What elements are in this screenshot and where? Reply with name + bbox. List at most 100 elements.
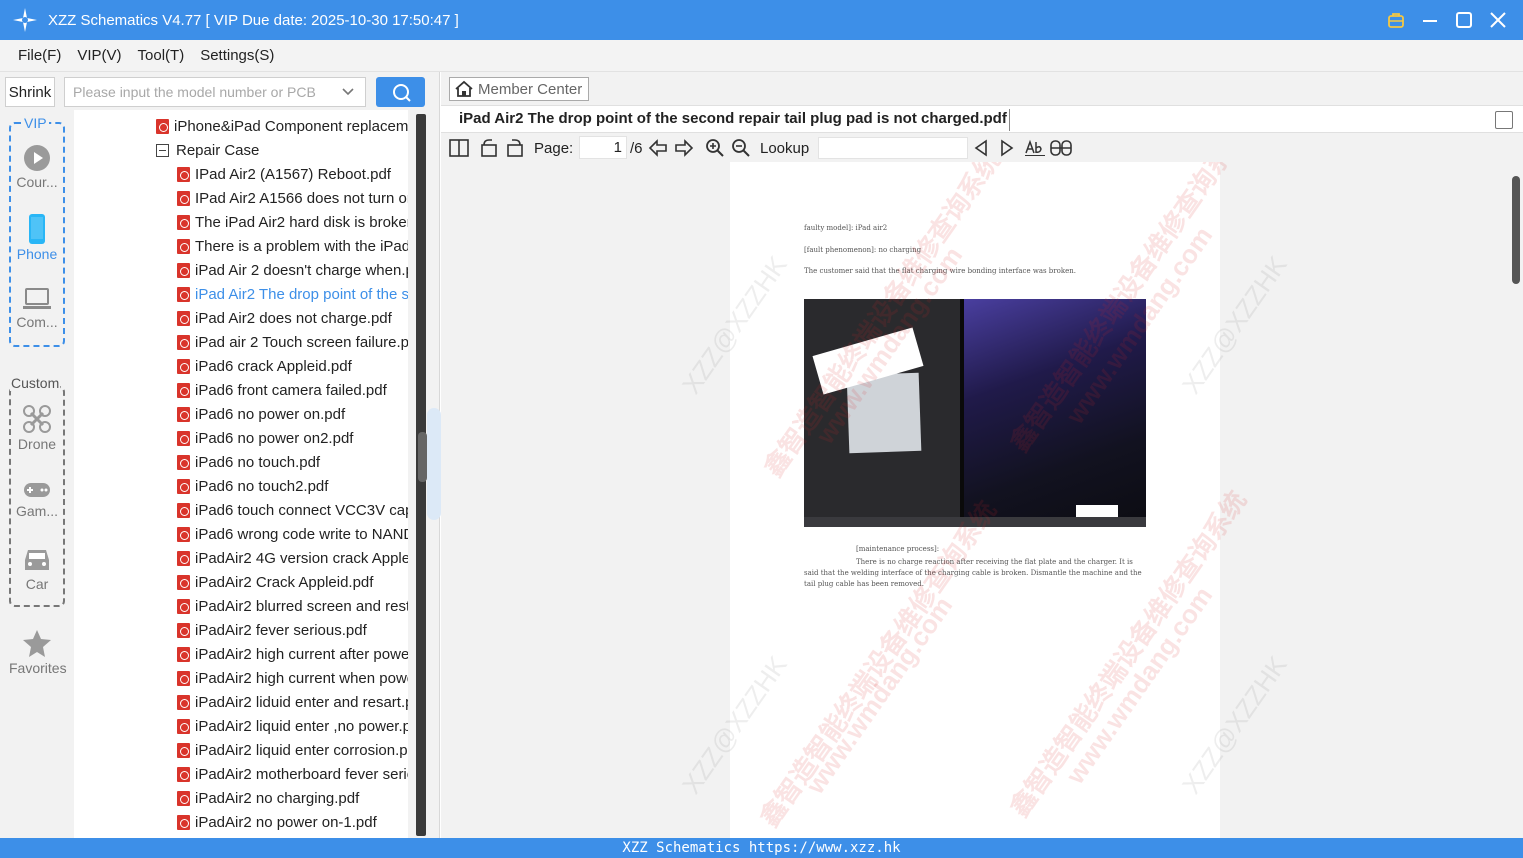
tree-item-pdf[interactable]: iPadAir2 liquid enter corrosion.pdf bbox=[177, 738, 408, 762]
tree-item-pdf[interactable]: iPad6 crack Appleid.pdf bbox=[177, 354, 352, 378]
tree-item-pdf[interactable]: iPadAir2 fever serious.pdf bbox=[177, 618, 367, 642]
menu-file[interactable]: File(F) bbox=[18, 47, 61, 64]
pdf-icon bbox=[177, 790, 190, 806]
scrollbar-thumb[interactable] bbox=[1512, 176, 1520, 284]
chevron-down-icon[interactable] bbox=[341, 85, 355, 99]
tree-item-pdf[interactable]: iPad Air 2 doesn't charge when.pdf bbox=[177, 258, 408, 282]
shrink-button[interactable]: Shrink bbox=[5, 77, 55, 107]
pdf-icon bbox=[156, 118, 169, 134]
pdf-icon bbox=[177, 382, 190, 398]
tree-item-pdf[interactable]: iPadAir2 liduid enter and resart.pdf bbox=[177, 690, 408, 714]
tree-item-pdf[interactable]: iPadAir2 4G version crack Appleid.pdf bbox=[177, 546, 408, 570]
tree-item-pdf[interactable]: iPadAir2 high current after power on.pdf bbox=[177, 642, 408, 666]
tree-item-label: iPad6 no power on.pdf bbox=[195, 405, 346, 423]
tree-item-pdf[interactable]: iPad6 no power on2.pdf bbox=[177, 426, 353, 450]
sidebar-toggle-icon[interactable] bbox=[449, 137, 469, 159]
menu-settings[interactable]: Settings(S) bbox=[200, 47, 274, 64]
minimize-icon[interactable] bbox=[1419, 9, 1441, 31]
category-label: Car bbox=[25, 576, 49, 592]
pdf-icon bbox=[177, 454, 190, 470]
panel-splitter[interactable] bbox=[427, 408, 441, 520]
tree-item-label: iPad6 front camera failed.pdf bbox=[195, 381, 387, 399]
category-course[interactable]: Cour... bbox=[9, 144, 65, 190]
menu-vip[interactable]: VIP(V) bbox=[77, 47, 121, 64]
document-tab[interactable]: iPad Air2 The drop point of the second r… bbox=[459, 110, 1007, 127]
pdf-icon bbox=[177, 814, 190, 830]
member-center-button[interactable]: Member Center bbox=[449, 77, 589, 101]
search-input[interactable]: Please input the model number or PCB bbox=[64, 77, 366, 107]
next-page-icon[interactable] bbox=[674, 137, 694, 159]
tree-item-pdf[interactable]: There is a problem with the iPad.pdf bbox=[177, 234, 408, 258]
lookup-label: Lookup bbox=[760, 139, 810, 157]
tree-item-pdf[interactable]: iPadAir2 blurred screen and restart.pdf bbox=[177, 594, 408, 618]
category-game[interactable]: Gam... bbox=[9, 479, 65, 519]
category-favorites[interactable]: Favorites bbox=[9, 628, 67, 676]
viewer-scrollbar[interactable] bbox=[1509, 162, 1523, 838]
category-computer[interactable]: Com... bbox=[9, 286, 65, 330]
find-previous-icon[interactable] bbox=[973, 137, 989, 159]
pdf-viewer[interactable]: faulty model]: iPad air2 [fault phenomen… bbox=[441, 162, 1523, 838]
prev-page-icon[interactable] bbox=[648, 137, 668, 159]
close-icon[interactable] bbox=[1487, 9, 1509, 31]
zoom-in-icon[interactable] bbox=[705, 137, 725, 159]
whole-word-icon[interactable] bbox=[1050, 137, 1072, 159]
collapse-icon[interactable] bbox=[156, 143, 169, 157]
tree-item-pdf[interactable]: iPadAir2 no charging.pdf bbox=[177, 786, 359, 810]
tree-item-pdf[interactable]: iPad6 front camera failed.pdf bbox=[177, 378, 387, 402]
maximize-icon[interactable] bbox=[1453, 9, 1475, 31]
laptop-icon bbox=[23, 288, 51, 309]
tree-item-label: iPad air 2 Touch screen failure.pdf bbox=[195, 333, 408, 351]
tree-item-pdf[interactable]: iPad Air2 does not charge.pdf bbox=[177, 306, 392, 330]
tree-item-label: IPad Air2 A1566 does not turn on.pdf bbox=[195, 189, 408, 207]
find-next-icon[interactable] bbox=[999, 137, 1015, 159]
tree-item-pdf[interactable]: iPhone&iPad Component replacement bbox=[156, 114, 408, 138]
tree-item-pdf[interactable]: iPadAir2 motherboard fever serious.pdf bbox=[177, 762, 408, 786]
lookup-input[interactable] bbox=[818, 137, 968, 159]
tree-item-label: iPadAir2 blurred screen and restart.pdf bbox=[195, 597, 408, 615]
page-number-input[interactable]: 1 bbox=[579, 136, 627, 159]
tree-item-label: iPadAir2 no power on-1.pdf bbox=[195, 813, 377, 831]
category-car[interactable]: Car bbox=[9, 546, 65, 592]
pdf-icon bbox=[177, 670, 190, 686]
tree-folder-repair-case[interactable]: Repair Case bbox=[156, 138, 259, 162]
category-drone[interactable]: Drone bbox=[9, 404, 65, 452]
watermark-url: www.wmdang.com bbox=[800, 591, 959, 800]
category-phone[interactable]: Phone bbox=[9, 214, 65, 262]
doc-line: The customer said that the flat charging… bbox=[804, 267, 1076, 275]
tree-item-pdf[interactable]: iPad6 no power on.pdf bbox=[177, 402, 345, 426]
scrollbar-thumb[interactable] bbox=[418, 432, 427, 482]
tree-item-pdf[interactable]: iPad6 touch connect VCC3V capacitor.pdf bbox=[177, 498, 408, 522]
tree-item-label: iPadAir2 motherboard fever serious.pdf bbox=[195, 765, 408, 783]
tree-item-label: iPadAir2 liquid enter ,no power.pdf bbox=[195, 717, 408, 735]
rotate-right-icon[interactable] bbox=[505, 137, 525, 159]
vip-bag-icon[interactable] bbox=[1385, 9, 1407, 31]
tree-item-pdf[interactable]: The iPad Air2 hard disk is broken.pdf bbox=[177, 210, 408, 234]
tree-item-label: iPad6 touch connect VCC3V capacitor.pdf bbox=[195, 501, 408, 519]
tree-item-pdf[interactable]: iPad air 2 Touch screen failure.pdf bbox=[177, 330, 408, 354]
tree-item-pdf[interactable]: IPad Air2 A1566 does not turn on.pdf bbox=[177, 186, 408, 210]
car-icon bbox=[25, 550, 49, 570]
tree-item-pdf-selected[interactable]: iPad Air2 The drop point of the second r… bbox=[177, 282, 408, 306]
search-button[interactable] bbox=[376, 77, 425, 107]
tree-item-pdf[interactable]: iPad6 wrong code write to NAND.pdf bbox=[177, 522, 408, 546]
tree-item-pdf[interactable]: IPad Air2 (A1567) Reboot.pdf bbox=[177, 162, 391, 186]
rotate-left-icon[interactable] bbox=[479, 137, 499, 159]
category-label: Phone bbox=[16, 246, 58, 262]
category-label: Gam... bbox=[15, 503, 58, 519]
tree-item-pdf[interactable]: iPadAir2 Crack Appleid.pdf bbox=[177, 570, 373, 594]
close-tab-icon[interactable] bbox=[1495, 111, 1513, 129]
zoom-out-icon[interactable] bbox=[731, 137, 751, 159]
member-center-label: Member Center bbox=[478, 80, 583, 98]
tree-item-label: iPad6 crack Appleid.pdf bbox=[195, 357, 352, 375]
tree-item-pdf[interactable]: iPad6 no touch.pdf bbox=[177, 450, 320, 474]
tree-item-pdf[interactable]: iPadAir2 no power on-1.pdf bbox=[177, 810, 377, 834]
tree-item-pdf[interactable]: iPadAir2 high current when power on.pdf bbox=[177, 666, 408, 690]
window-title: XZZ Schematics V4.77 [ VIP Due date: 202… bbox=[48, 11, 459, 29]
tree-item-label: iPadAir2 fever serious.pdf bbox=[195, 621, 367, 639]
menu-tool[interactable]: Tool(T) bbox=[138, 47, 185, 64]
tree-item-pdf[interactable]: iPadAir2 liquid enter ,no power.pdf bbox=[177, 714, 408, 738]
match-case-icon[interactable] bbox=[1024, 137, 1046, 159]
viewer-toolbar: Page: 1 /6 Lookup bbox=[441, 134, 1523, 162]
pdf-icon bbox=[177, 262, 190, 278]
tree-item-pdf[interactable]: iPad6 no touch2.pdf bbox=[177, 474, 328, 498]
